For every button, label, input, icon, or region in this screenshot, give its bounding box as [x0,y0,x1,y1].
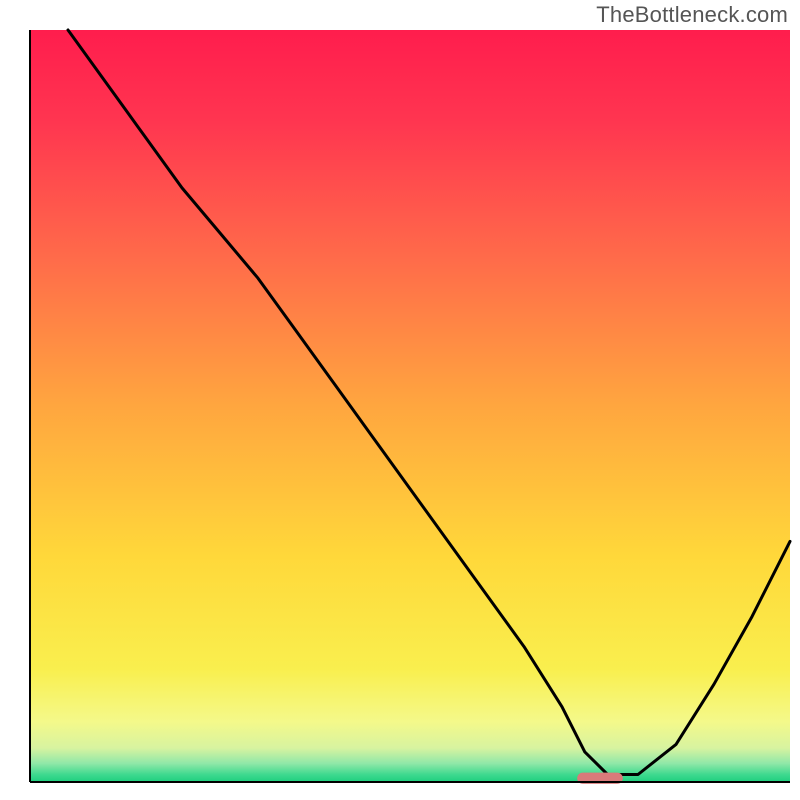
plot-background [30,30,790,782]
chart-svg [0,0,800,800]
watermark-text: TheBottleneck.com [596,2,788,28]
chart-container: TheBottleneck.com [0,0,800,800]
